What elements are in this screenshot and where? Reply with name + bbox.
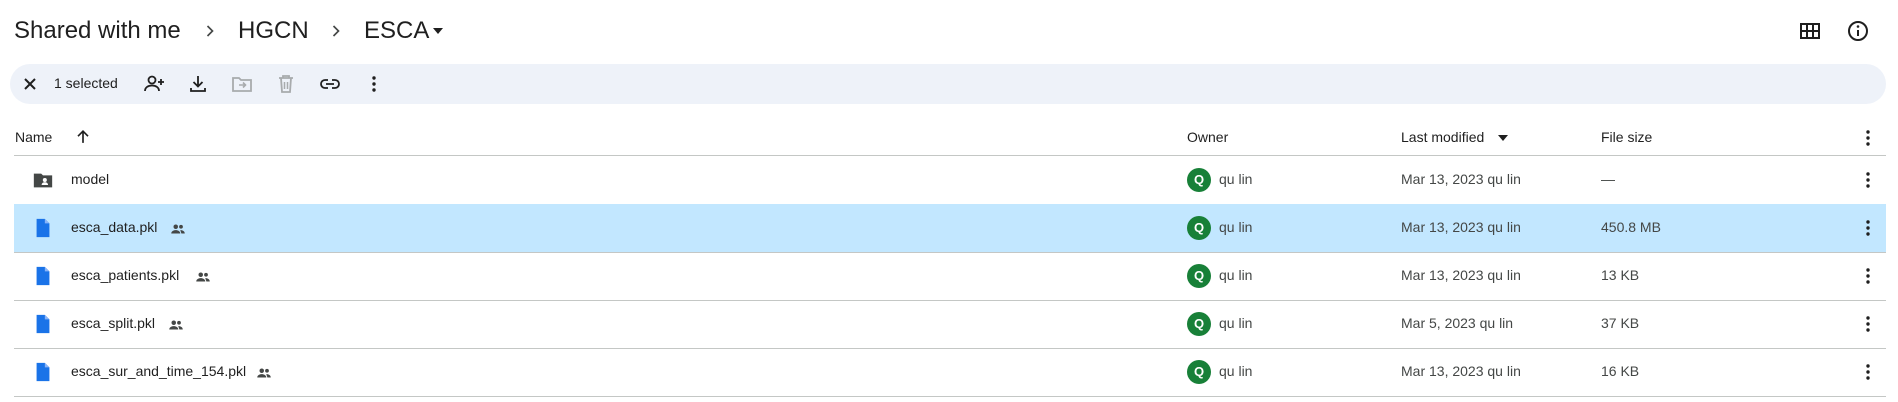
owner-name: qu lin: [1219, 219, 1253, 235]
last-modified: Mar 13, 2023 qu lin: [1401, 219, 1521, 235]
avatar: Q: [1187, 168, 1211, 192]
grid-view-icon[interactable]: [1798, 19, 1822, 43]
last-modified: Mar 5, 2023 qu lin: [1401, 315, 1514, 331]
shared-folder-icon: [33, 173, 53, 188]
shared-people-icon: [196, 272, 210, 282]
file-size: 37 KB: [1601, 315, 1640, 331]
file-size: 13 KB: [1601, 267, 1640, 283]
avatar: Q: [1187, 264, 1211, 288]
avatar: Q: [1187, 216, 1211, 240]
more-vert-icon[interactable]: [1856, 264, 1880, 288]
chevron-right-icon: [206, 25, 214, 37]
top-bar: Shared with me HGCN ESCA: [0, 0, 1898, 62]
shared-people-icon: [171, 224, 185, 234]
file-icon: [36, 362, 50, 382]
selection-bar: 1 selected: [10, 64, 1886, 104]
owner-name: qu lin: [1219, 315, 1253, 331]
arrow-drop-down-icon[interactable]: [1498, 135, 1508, 141]
table-row[interactable]: esca_split.pkl Q qu lin Mar 5, 2023 qu l…: [14, 300, 1886, 349]
table-row[interactable]: esca_sur_and_time_154.pkl Q qu lin Mar 1…: [14, 348, 1886, 397]
more-vert-icon[interactable]: [1856, 216, 1880, 240]
more-vert-icon[interactable]: [362, 72, 386, 96]
move-icon[interactable]: [230, 72, 254, 96]
last-modified: Mar 13, 2023 qu lin: [1401, 171, 1521, 187]
column-options-icon[interactable]: [1856, 126, 1880, 150]
file-name[interactable]: esca_patients.pkl: [71, 267, 179, 283]
breadcrumb-hgcn[interactable]: HGCN: [238, 15, 309, 47]
share-icon[interactable]: [142, 72, 166, 96]
table-header: Name Owner Last modified File size: [0, 120, 1898, 156]
last-modified: Mar 13, 2023 qu lin: [1401, 363, 1521, 379]
selection-count: 1 selected: [54, 75, 118, 91]
shared-people-icon: [169, 320, 183, 330]
column-last-modified[interactable]: Last modified: [1401, 129, 1484, 145]
more-vert-icon[interactable]: [1856, 360, 1880, 384]
shared-people-icon: [257, 368, 271, 378]
avatar: Q: [1187, 312, 1211, 336]
owner-name: qu lin: [1219, 267, 1253, 283]
file-size: —: [1601, 171, 1615, 187]
file-name[interactable]: esca_data.pkl: [71, 219, 157, 235]
link-icon[interactable]: [318, 72, 342, 96]
table-row[interactable]: esca_patients.pkl Q qu lin Mar 13, 2023 …: [14, 252, 1886, 301]
owner-name: qu lin: [1219, 171, 1253, 187]
column-owner: Owner: [1187, 129, 1229, 145]
more-vert-icon[interactable]: [1856, 312, 1880, 336]
avatar: Q: [1187, 360, 1211, 384]
trash-icon[interactable]: [274, 72, 298, 96]
arrow-upward-icon[interactable]: [73, 127, 93, 147]
file-name[interactable]: model: [71, 171, 109, 187]
file-icon: [36, 266, 50, 286]
download-icon[interactable]: [186, 72, 210, 96]
info-icon[interactable]: [1846, 19, 1870, 43]
table-row[interactable]: model Q qu lin Mar 13, 2023 qu lin —: [14, 156, 1886, 205]
file-name[interactable]: esca_split.pkl: [71, 315, 155, 331]
owner-name: qu lin: [1219, 363, 1253, 379]
close-icon[interactable]: [18, 72, 42, 96]
table-row-selected[interactable]: esca_data.pkl Q qu lin Mar 13, 2023 qu l…: [14, 204, 1886, 253]
file-size: 450.8 MB: [1601, 219, 1661, 235]
chevron-right-icon: [332, 25, 340, 37]
arrow-drop-down-icon[interactable]: [433, 28, 443, 34]
file-icon: [36, 314, 50, 334]
more-vert-icon[interactable]: [1856, 168, 1880, 192]
column-file-size: File size: [1601, 129, 1653, 145]
file-name[interactable]: esca_sur_and_time_154.pkl: [71, 363, 246, 379]
breadcrumb-shared-with-me[interactable]: Shared with me: [14, 15, 181, 47]
column-name[interactable]: Name: [15, 129, 52, 145]
file-icon: [36, 218, 50, 238]
file-size: 16 KB: [1601, 363, 1640, 379]
last-modified: Mar 13, 2023 qu lin: [1401, 267, 1521, 283]
breadcrumb-esca[interactable]: ESCA: [364, 15, 429, 47]
